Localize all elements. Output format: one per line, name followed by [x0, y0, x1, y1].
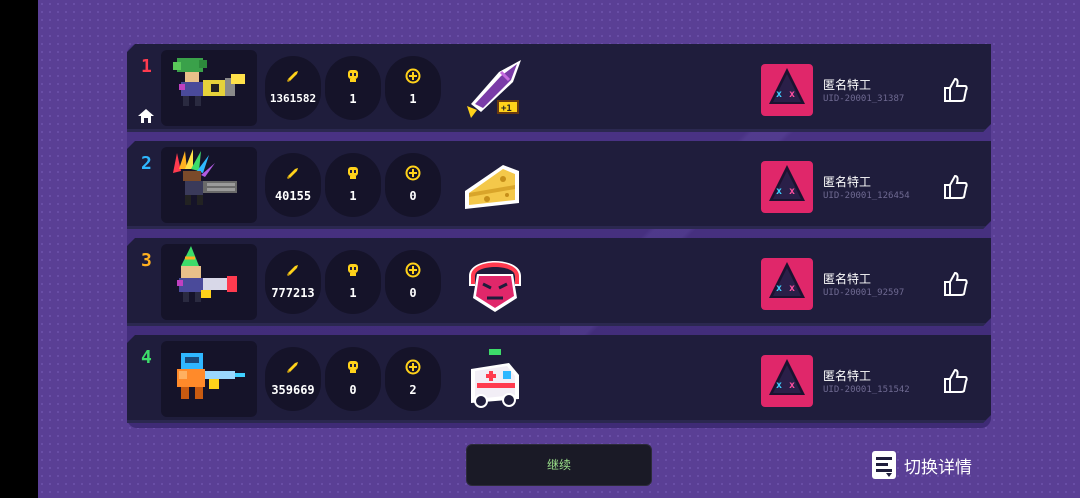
character-portrait[interactable] [161, 50, 257, 126]
orange-robot-with-laser-gun-icon [161, 341, 257, 417]
player-avatar[interactable]: x x [761, 355, 813, 407]
player-name: 匿名特工 [823, 272, 872, 286]
revives-stat: 2 [385, 347, 441, 411]
skull-icon [345, 359, 361, 375]
kills-value: 1 [349, 189, 357, 203]
document-switch-icon [872, 451, 896, 479]
revives-stat: 0 [385, 250, 441, 314]
bullet-coin-icon [285, 165, 301, 181]
coins-stat: 777213 [265, 250, 321, 314]
character-portrait[interactable] [161, 147, 257, 223]
svg-text:x: x [789, 380, 795, 391]
svg-text:x: x [776, 380, 782, 391]
coins-stat: 40155 [265, 153, 321, 217]
switch-details-button[interactable]: 切换详情 [872, 450, 972, 480]
bullet-coin-icon [285, 68, 301, 84]
rank-number: 4 [141, 347, 152, 368]
leaderboard-row: 1 1361582 1 1 +1 x x 匿名特工 UID-20001_3138… [127, 44, 991, 132]
player-name: 匿名特工 [823, 78, 872, 92]
svg-text:x: x [789, 89, 795, 100]
player-name: 匿名特工 [823, 369, 872, 383]
plus-circle-icon [405, 359, 421, 375]
thumbs-up-icon[interactable] [941, 173, 969, 201]
kills-stat: 1 [325, 153, 381, 217]
party-hat-knight-with-cannon-icon [161, 244, 257, 320]
kills-stat: 1 [325, 56, 381, 120]
player-avatar[interactable]: x x [761, 258, 813, 310]
svg-text:x: x [789, 283, 795, 294]
svg-text:x: x [776, 89, 782, 100]
player-name: 匿名特工 [823, 175, 872, 189]
player-uid: UID-20001_92597 [823, 288, 905, 298]
plus-circle-icon [405, 68, 421, 84]
svg-text:x: x [776, 283, 782, 294]
ambulance-icon[interactable] [459, 343, 531, 415]
player-avatar[interactable]: x x [761, 64, 813, 116]
coins-value: 40155 [274, 189, 312, 203]
plus-circle-icon [405, 262, 421, 278]
continue-button[interactable]: 继续 [466, 444, 652, 486]
hooded-agent-avatar-icon: x x [761, 161, 813, 213]
hooded-agent-avatar-icon: x x [761, 258, 813, 310]
thumbs-up-icon[interactable] [941, 367, 969, 395]
tree-hair-knight-with-nuke-gun-icon [161, 50, 257, 126]
rank-number: 3 [141, 250, 152, 271]
revives-stat: 0 [385, 153, 441, 217]
player-uid: UID-20001_126454 [823, 191, 910, 201]
character-portrait[interactable] [161, 244, 257, 320]
bullet-coin-icon [285, 262, 301, 278]
coins-value: 359669 [271, 383, 315, 397]
hooded-agent-avatar-icon: x x [761, 355, 813, 407]
thumbs-up-icon[interactable] [941, 270, 969, 298]
home-icon [137, 108, 155, 124]
revives-stat: 1 [385, 56, 441, 120]
bullet-coin-icon [285, 359, 301, 375]
cheese-icon[interactable] [459, 149, 531, 221]
coins-stat: 359669 [265, 347, 321, 411]
switch-details-label: 切换详情 [904, 457, 972, 478]
rank-number: 2 [141, 153, 152, 174]
kills-value: 1 [349, 286, 357, 300]
skull-icon [345, 68, 361, 84]
revives-value: 0 [409, 189, 417, 203]
feather-headdress-knight-with-minigun-icon [161, 147, 257, 223]
leaderboard-row: 2 40155 1 0 x x 匿名特工 UID-20001_126454 [127, 141, 991, 229]
svg-text:x: x [776, 186, 782, 197]
coins-value: 777213 [271, 286, 315, 300]
thumbs-up-icon[interactable] [941, 76, 969, 104]
plus-circle-icon [405, 165, 421, 181]
kills-value: 0 [349, 383, 357, 397]
leaderboard-row: 3 777213 1 0 x x 匿名特工 UID-20001_92597 [127, 238, 991, 326]
coins-value: 1361582 [269, 92, 317, 105]
kills-stat: 0 [325, 347, 381, 411]
revives-value: 1 [409, 92, 417, 106]
leaderboard-row: 4 359669 0 2 x x 匿名特工 UID-20001_151542 [127, 335, 991, 423]
svg-text:x: x [789, 186, 795, 197]
player-avatar[interactable]: x x [761, 161, 813, 213]
coins-stat: 1361582 [265, 56, 321, 120]
skull-icon [345, 262, 361, 278]
kills-value: 1 [349, 92, 357, 106]
player-uid: UID-20001_151542 [823, 385, 910, 395]
rank-number: 1 [141, 56, 152, 77]
character-portrait[interactable] [161, 341, 257, 417]
skull-icon [345, 165, 361, 181]
svg-text:+1: +1 [501, 104, 512, 114]
revives-value: 0 [409, 286, 417, 300]
revives-value: 2 [409, 383, 417, 397]
kills-stat: 1 [325, 250, 381, 314]
hooded-agent-avatar-icon: x x [761, 64, 813, 116]
player-uid: UID-20001_31387 [823, 94, 905, 104]
rocket-plus-one-icon[interactable]: +1 [459, 52, 531, 124]
demon-mask-icon[interactable] [459, 246, 531, 318]
